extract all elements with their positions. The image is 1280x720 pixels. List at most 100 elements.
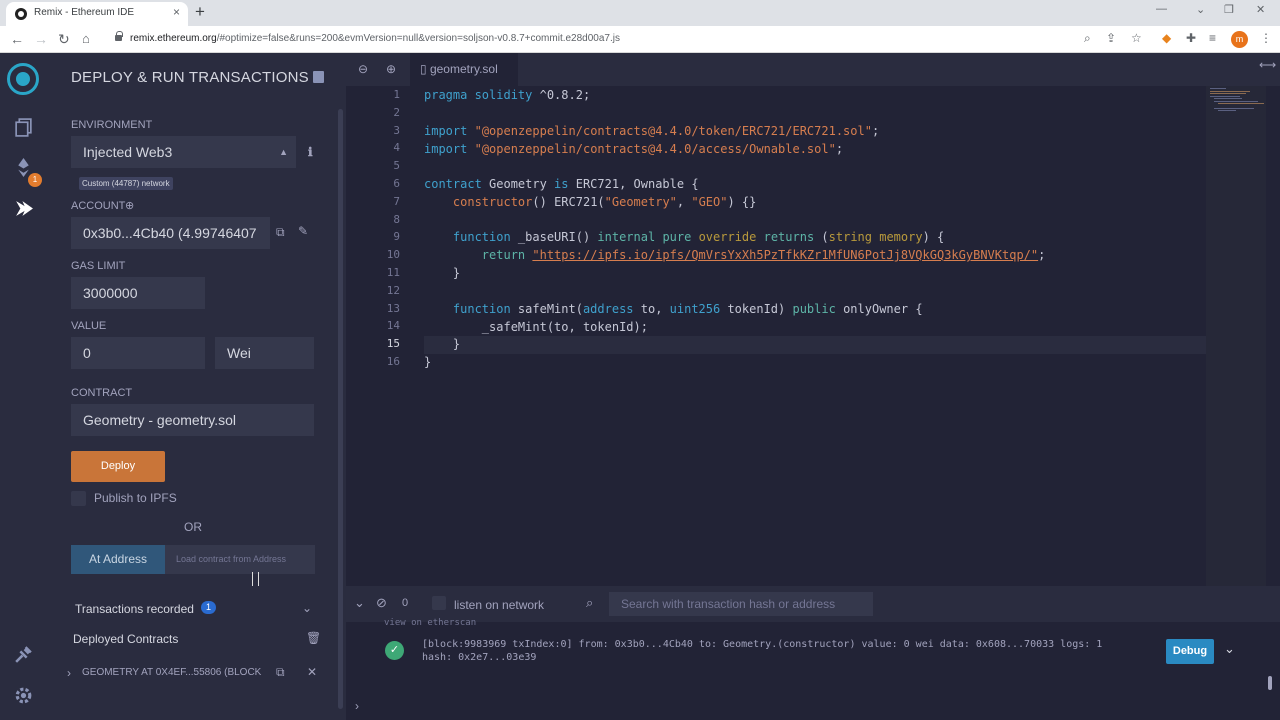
terminal-prompt-icon[interactable]: › — [355, 699, 359, 713]
line-number: 15 — [386, 337, 400, 351]
zoom-icon[interactable]: ⌕ — [1084, 31, 1091, 46]
line-number: 5 — [393, 159, 400, 173]
address-bar[interactable]: remix.ethereum.org/#optimize=false&runs=… — [130, 33, 620, 44]
mouse-cursor-icon — [252, 572, 259, 586]
listen-network-checkbox[interactable] — [432, 596, 446, 610]
value-input[interactable]: 0 — [71, 337, 205, 369]
url-path: /#optimize=false&runs=200&evmVersion=nul… — [216, 33, 620, 44]
remix-logo-icon[interactable] — [7, 63, 39, 95]
code-line-6: contract Geometry is ERC721, Ownable { — [424, 177, 699, 191]
clipped-log-text: view on etherscan — [384, 618, 477, 628]
zoom-out-icon[interactable]: ⊖ — [358, 62, 368, 76]
line-number: 13 — [386, 301, 400, 315]
lock-icon — [115, 31, 123, 41]
line-number: 2 — [393, 105, 400, 119]
expand-icon[interactable]: ⟷ — [1259, 58, 1276, 72]
restore-icon[interactable]: ❐ — [1224, 3, 1234, 16]
tab-title: Remix - Ethereum IDE — [34, 7, 135, 18]
publish-ipfs-checkbox[interactable] — [71, 491, 86, 506]
contract-label: CONTRACT — [71, 387, 133, 399]
media-icon[interactable]: ≡ — [1209, 31, 1216, 45]
collapse-terminal-icon[interactable]: ⌄ — [354, 595, 365, 611]
metamask-icon[interactable]: ◆ — [1162, 31, 1171, 45]
extensions-icon[interactable]: ✚ — [1186, 31, 1196, 45]
tx-log-line[interactable]: [block:9983969 txIndex:0] from: 0x3b0...… — [422, 639, 1102, 650]
browser-tab[interactable]: Remix - Ethereum IDE × — [6, 2, 188, 26]
chevron-down-icon[interactable]: ⌄ — [302, 601, 312, 615]
debug-button[interactable]: Debug — [1166, 639, 1214, 664]
chevron-right-icon[interactable]: › — [67, 666, 71, 680]
reload-icon[interactable]: ↻ — [58, 30, 70, 48]
line-gutter: 1 2 3 4 5 6 7 8 9 10 11 12 13 14 15 16 — [346, 86, 423, 586]
info-icon[interactable]: ℹ — [308, 145, 313, 159]
success-check-icon: ✓ — [385, 641, 404, 660]
code-line-11: } — [424, 266, 461, 280]
deploy-button[interactable]: Deploy — [71, 451, 165, 482]
or-divider: OR — [184, 520, 202, 534]
value-unit-select[interactable]: Wei — [215, 337, 314, 369]
environment-value: Injected Web3 — [83, 144, 173, 160]
zoom-in-icon[interactable]: ⊕ — [386, 62, 396, 76]
trash-icon[interactable]: 🗑 — [306, 631, 321, 645]
add-account-icon[interactable]: ⊕ — [125, 199, 134, 212]
at-address-button[interactable]: At Address — [71, 545, 165, 574]
profile-avatar[interactable]: m — [1231, 31, 1248, 48]
terminal-scrollbar[interactable] — [1268, 676, 1272, 690]
line-number: 3 — [393, 123, 400, 137]
clear-terminal-icon[interactable]: ⊘ — [376, 595, 387, 611]
environment-select[interactable]: Injected Web3 ▲ — [71, 136, 296, 168]
deployed-contracts-label: Deployed Contracts — [73, 632, 179, 646]
line-number: 11 — [386, 266, 400, 279]
browser-nav-bar: ← → ↻ ⌂ remix.ethereum.org/#optimize=fal… — [0, 26, 1280, 53]
remove-instance-icon[interactable]: ✕ — [307, 665, 317, 679]
terminal-search-input[interactable]: Search with transaction hash or address — [609, 592, 873, 616]
line-number: 9 — [393, 230, 400, 244]
transactions-recorded-label[interactable]: Transactions recorded — [75, 602, 194, 616]
home-icon[interactable]: ⌂ — [82, 30, 90, 48]
tx-hash-line[interactable]: hash: 0x2e7...03e39 — [422, 652, 536, 663]
forward-icon[interactable]: → — [34, 30, 48, 48]
close-window-icon[interactable]: ✕ — [1256, 3, 1265, 16]
copy-address-icon[interactable]: ⧉ — [276, 665, 285, 680]
share-icon[interactable]: ⇪ — [1106, 31, 1116, 45]
terminal-output: view on etherscan ✓ [block:9983969 txInd… — [346, 618, 1280, 720]
deployed-instance[interactable]: GEOMETRY AT 0X4EF...55806 (BLOCK — [82, 667, 261, 678]
copy-account-icon[interactable]: ⧉ — [276, 225, 285, 240]
value-unit: Wei — [227, 345, 251, 361]
gas-limit-input[interactable]: 3000000 — [71, 277, 205, 309]
edit-account-icon[interactable]: ✎ — [298, 224, 308, 238]
documentation-icon[interactable] — [313, 71, 324, 83]
minimap-preview — [1210, 88, 1264, 111]
file-tab[interactable]: ▯ geometry.sol — [410, 53, 518, 86]
network-badge: Custom (44787) network — [79, 177, 173, 190]
account-select[interactable]: 0x3b0...4Cb40 (4.99746407 — [71, 217, 270, 249]
close-tab-icon[interactable]: × — [173, 5, 180, 19]
new-tab-icon[interactable]: + — [195, 2, 205, 22]
settings-gear-icon[interactable] — [13, 685, 34, 706]
code-minimap[interactable] — [1206, 86, 1266, 586]
environment-label: ENVIRONMENT — [71, 119, 153, 131]
deploy-run-icon[interactable] — [13, 198, 34, 219]
code-line-9: function _baseURI() internal pure overri… — [452, 230, 945, 244]
chevron-down-icon[interactable]: ⌄ — [1196, 3, 1205, 16]
menu-icon[interactable]: ⋮ — [1260, 31, 1272, 45]
line-number: 6 — [393, 177, 400, 190]
code-editor[interactable]: 1 2 3 4 5 6 7 8 9 10 11 12 13 14 15 16 pragma solidity … — [346, 86, 1280, 586]
bookmark-star-icon[interactable]: ☆ — [1131, 31, 1142, 45]
code-line-10: return "https://ipfs.io/ipfs/QmVrsYxXh5P… — [481, 248, 1046, 262]
minimize-icon[interactable]: — — [1156, 3, 1167, 15]
transactions-recorded-badge: 1 — [201, 601, 216, 614]
file-explorer-icon[interactable] — [13, 117, 34, 138]
back-icon[interactable]: ← — [10, 30, 24, 48]
code-line-3: import "@openzeppelin/contracts@4.4.0/to… — [424, 124, 880, 138]
active-line-highlight — [424, 336, 1206, 354]
plugin-manager-icon[interactable] — [13, 644, 34, 665]
at-address-input[interactable]: Load contract from Address — [165, 545, 315, 574]
compiler-badge: 1 — [28, 173, 42, 187]
account-label: ACCOUNT — [71, 200, 126, 212]
file-tab-label: geometry.sol — [429, 62, 498, 76]
code-line-13: function safeMint(address to, uint256 to… — [452, 302, 923, 316]
expand-tx-icon[interactable]: ⌄ — [1224, 641, 1235, 657]
panel-scrollbar[interactable] — [338, 109, 343, 709]
contract-select[interactable]: Geometry - geometry.sol — [71, 404, 314, 436]
